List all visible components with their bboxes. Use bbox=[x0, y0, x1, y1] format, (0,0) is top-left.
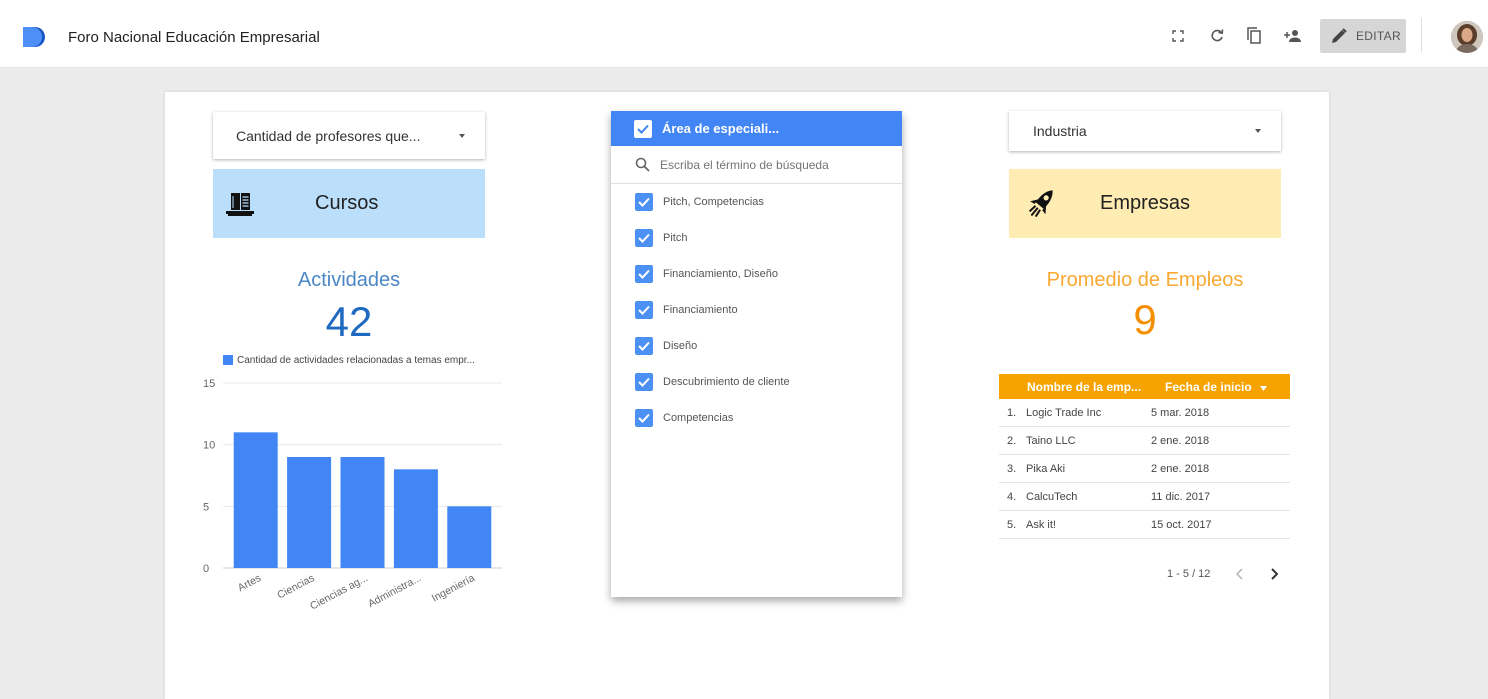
book-laptop-icon bbox=[226, 192, 254, 216]
add-person-icon[interactable] bbox=[1282, 25, 1304, 47]
y-tick-label: 15 bbox=[203, 378, 215, 390]
filter-option[interactable]: Financiamiento, Diseño bbox=[635, 263, 778, 285]
filter-option-label: Diseño bbox=[663, 340, 698, 352]
table-row[interactable]: 4. CalcuTech 11 dic. 2017 bbox=[999, 483, 1290, 511]
search-input[interactable] bbox=[660, 157, 880, 172]
x-tick-label: Ciencias bbox=[275, 572, 316, 602]
industria-dropdown-label: Industria bbox=[1033, 123, 1087, 139]
profesores-dropdown-label: Cantidad de profesores que... bbox=[236, 127, 421, 144]
chevron-right-icon[interactable] bbox=[1266, 565, 1282, 583]
bar[interactable] bbox=[287, 457, 332, 568]
filter-option-label: Pitch, Competencias bbox=[663, 196, 764, 208]
select-all-checkbox[interactable] bbox=[634, 119, 652, 138]
app-logo bbox=[23, 27, 45, 47]
refresh-icon[interactable] bbox=[1206, 25, 1228, 47]
avatar[interactable] bbox=[1451, 21, 1483, 53]
bar[interactable] bbox=[233, 432, 278, 568]
bar[interactable] bbox=[447, 506, 492, 568]
chevron-left-icon[interactable] bbox=[1232, 565, 1248, 583]
filter-option-label: Pitch bbox=[663, 232, 688, 244]
start-date: 5 mar. 2018 bbox=[1151, 407, 1210, 419]
filter-search bbox=[611, 146, 902, 184]
start-date: 2 ene. 2018 bbox=[1151, 435, 1210, 447]
industria-dropdown[interactable]: Industria bbox=[1009, 111, 1281, 151]
row-number: 3. bbox=[1007, 463, 1017, 475]
filter-option[interactable]: Competencias bbox=[635, 407, 733, 429]
start-date: 2 ene. 2018 bbox=[1151, 463, 1210, 475]
profesores-dropdown[interactable]: Cantidad de profesores que... bbox=[213, 112, 485, 159]
start-date: 15 oct. 2017 bbox=[1151, 519, 1212, 531]
company-name: CalcuTech bbox=[1026, 491, 1078, 503]
filter-header[interactable]: Área de especiali... bbox=[611, 111, 902, 146]
actividades-label: Actividades bbox=[297, 269, 401, 291]
row-number: 1. bbox=[1007, 407, 1017, 419]
cursos-banner: Cursos bbox=[213, 169, 485, 238]
x-tick-label: Ciencias ag... bbox=[308, 572, 370, 612]
company-name: Logic Trade Inc bbox=[1026, 407, 1102, 419]
checkbox-checked-icon[interactable] bbox=[635, 265, 653, 283]
cursos-banner-text: Cursos bbox=[315, 192, 379, 214]
table-row[interactable]: 5. Ask it! 15 oct. 2017 bbox=[999, 511, 1290, 539]
checkbox-checked-icon[interactable] bbox=[635, 193, 653, 211]
column-header-nombre[interactable]: Nombre de la emp... bbox=[1027, 380, 1141, 394]
filter-option-label: Descubrimiento de cliente bbox=[663, 376, 790, 388]
search-icon bbox=[635, 157, 650, 172]
filter-option[interactable]: Descubrimiento de cliente bbox=[635, 371, 790, 393]
sort-desc-icon bbox=[1260, 386, 1268, 391]
checkbox-checked-icon[interactable] bbox=[635, 373, 653, 391]
checkbox-checked-icon[interactable] bbox=[635, 337, 653, 355]
toolbar-divider bbox=[1421, 18, 1422, 52]
chevron-down-icon bbox=[1255, 129, 1261, 133]
checkbox-checked-icon[interactable] bbox=[635, 409, 653, 427]
bar[interactable] bbox=[393, 469, 438, 568]
y-tick-label: 5 bbox=[203, 501, 209, 513]
company-name: Ask it! bbox=[1026, 519, 1056, 531]
table-row[interactable]: 1. Logic Trade Inc 5 mar. 2018 bbox=[999, 399, 1290, 427]
filter-option-label: Financiamiento, Diseño bbox=[663, 268, 778, 280]
empresas-banner-text: Empresas bbox=[1100, 192, 1191, 214]
table-row[interactable]: 3. Pika Aki 2 ene. 2018 bbox=[999, 455, 1290, 483]
edit-button[interactable]: EDITAR bbox=[1320, 19, 1406, 53]
y-tick-label: 10 bbox=[203, 440, 215, 452]
empresas-banner: Empresas bbox=[1009, 169, 1281, 238]
start-date: 11 dic. 2017 bbox=[1151, 491, 1211, 503]
edit-button-label: EDITAR bbox=[1356, 29, 1401, 43]
report-title: Foro Nacional Educación Empresarial bbox=[68, 29, 320, 46]
x-tick-label: Artes bbox=[236, 572, 263, 594]
x-tick-label: Ingeniería bbox=[430, 572, 477, 605]
actividades-bar-chart: 0 5 10 15 Artes CienciasCiencias ag...Adminis… bbox=[203, 378, 502, 613]
bar[interactable] bbox=[340, 457, 385, 568]
chevron-down-icon bbox=[459, 133, 465, 138]
row-number: 2. bbox=[1007, 435, 1017, 447]
company-name: Pika Aki bbox=[1026, 463, 1066, 475]
actividades-value: 42 bbox=[325, 298, 373, 345]
top-bar: Foro Nacional Educación Empresarial EDIT… bbox=[0, 0, 1488, 68]
table-row[interactable]: 2. Taino LLC 2 ene. 2018 bbox=[999, 427, 1290, 455]
promedio-empleos-value: 9 bbox=[1133, 296, 1157, 343]
column-header-fecha[interactable]: Fecha de inicio bbox=[1165, 380, 1268, 394]
filter-option[interactable]: Financiamiento bbox=[635, 299, 738, 321]
y-tick-label: 0 bbox=[203, 563, 209, 575]
pagination-label: 1 - 5 / 12 bbox=[1167, 568, 1211, 580]
copy-icon[interactable] bbox=[1243, 25, 1265, 47]
filter-option-label: Competencias bbox=[663, 412, 734, 424]
promedio-empleos-label: Promedio de Empleos bbox=[1046, 269, 1244, 291]
x-tick-label: Administra... bbox=[366, 572, 423, 610]
filter-header-label: Área de especiali... bbox=[662, 121, 780, 136]
filter-option[interactable]: Pitch bbox=[635, 227, 687, 249]
table-header: Nombre de la emp... Fecha de inicio bbox=[999, 374, 1290, 399]
company-name: Taino LLC bbox=[1026, 435, 1076, 447]
checkbox-checked-icon[interactable] bbox=[635, 229, 653, 247]
row-number: 5. bbox=[1007, 519, 1017, 531]
area-filter-panel: Área de especiali... Pitch, Competencias… bbox=[611, 111, 902, 597]
filter-option[interactable]: Pitch, Competencias bbox=[635, 191, 764, 213]
checkbox-checked-icon[interactable] bbox=[635, 301, 653, 319]
filter-option-label: Financiamiento bbox=[663, 304, 738, 316]
row-number: 4. bbox=[1007, 491, 1017, 503]
filter-option[interactable]: Diseño bbox=[635, 335, 697, 357]
pencil-icon bbox=[1332, 28, 1347, 43]
fullscreen-icon[interactable] bbox=[1167, 25, 1189, 47]
rocket-icon bbox=[1028, 189, 1053, 217]
